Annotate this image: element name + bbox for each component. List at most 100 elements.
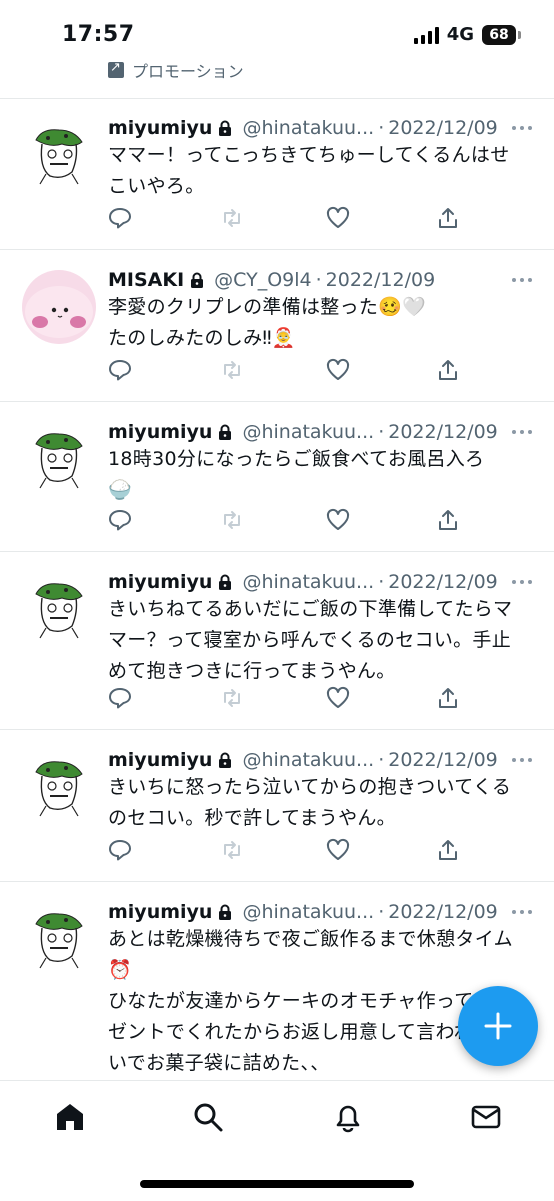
tweet-item[interactable]: miyumiyu @hinatakuu... · 2022/12/09 きいちに怒った…: [0, 732, 554, 882]
share-button[interactable]: [436, 206, 460, 230]
tweet-text-line: あとは乾燥機待ちで夜ご飯作るまで休憩タイム: [108, 928, 513, 950]
tab-messages[interactable]: [470, 1101, 502, 1133]
avatar-drawing-icon: [23, 423, 95, 495]
tweet-text-line: 18時30分になったらご飯食べてお風呂入ろ: [108, 448, 485, 470]
tweet-date[interactable]: 2022/12/09: [388, 117, 498, 139]
display-name[interactable]: miyumiyu: [108, 117, 212, 139]
share-icon: [439, 688, 457, 708]
tweet-text: 18時30分になったらご飯食べてお風呂入ろ 🍚: [108, 444, 534, 506]
user-handle[interactable]: @hinatakuu...: [242, 901, 374, 923]
avatar-drawing-icon: [23, 751, 95, 823]
tweet-text-line: こいやろ。: [108, 175, 205, 197]
reply-button[interactable]: [108, 508, 132, 532]
user-handle[interactable]: @hinatakuu...: [242, 421, 374, 443]
user-handle[interactable]: @hinatakuu...: [242, 571, 374, 593]
tweet-header: miyumiyu @hinatakuu... · 2022/12/09: [108, 898, 534, 926]
lock-icon: [219, 904, 232, 920]
display-name[interactable]: miyumiyu: [108, 749, 212, 771]
reply-icon: [109, 840, 131, 861]
tweet-date[interactable]: 2022/12/09: [388, 421, 498, 443]
reply-button[interactable]: [108, 358, 132, 382]
retweet-icon: [224, 841, 240, 859]
retweet-icon: [224, 689, 240, 707]
retweet-button[interactable]: [220, 838, 244, 862]
lock-icon: [219, 574, 232, 590]
more-options-icon[interactable]: [512, 278, 532, 282]
tweet-item[interactable]: miyumiyu @hinatakuu... · 2022/12/09 18時30分に…: [0, 404, 554, 552]
compose-button[interactable]: [458, 986, 538, 1066]
share-button[interactable]: [436, 686, 460, 710]
more-options-icon[interactable]: [512, 580, 532, 584]
tweet-item[interactable]: miyumiyu @hinatakuu... · 2022/12/09 きいちねてるあ…: [0, 554, 554, 730]
user-handle[interactable]: @hinatakuu...: [242, 117, 374, 139]
share-button[interactable]: [436, 508, 460, 532]
tweet-actions: [108, 508, 468, 532]
display-name[interactable]: MISAKI: [108, 269, 184, 291]
share-button[interactable]: [436, 358, 460, 382]
avatar-drawing-icon: [23, 119, 95, 191]
retweet-button[interactable]: [220, 686, 244, 710]
bell-icon: [336, 1105, 360, 1133]
retweet-button[interactable]: [220, 508, 244, 532]
tweet-text-line: ママー！ってこっちきてちゅーしてくるんはせ: [108, 144, 510, 166]
share-button[interactable]: [436, 838, 460, 862]
display-name[interactable]: miyumiyu: [108, 901, 212, 923]
like-button[interactable]: [326, 206, 350, 230]
reply-button[interactable]: [108, 838, 132, 862]
tweet-header: miyumiyu @hinatakuu... · 2022/12/09: [108, 114, 534, 142]
tweet-date[interactable]: 2022/12/09: [388, 571, 498, 593]
tweet-header: miyumiyu @hinatakuu... · 2022/12/09: [108, 746, 534, 774]
tweet-actions: [108, 206, 468, 230]
more-options-icon[interactable]: [512, 430, 532, 434]
avatar[interactable]: [22, 902, 96, 976]
tweet-date[interactable]: 2022/12/09: [388, 749, 498, 771]
like-icon: [326, 206, 350, 228]
lock-icon: [191, 272, 204, 288]
retweet-button[interactable]: [220, 358, 244, 382]
separator-dot: ·: [378, 901, 385, 923]
tweet-date[interactable]: 2022/12/09: [326, 269, 436, 291]
tweet-header: MISAKI @CY_O9l4 · 2022/12/09: [108, 266, 534, 294]
tweet-item[interactable]: MISAKI @CY_O9l4 · 2022/12/09 李愛のクリプレの準備は整った…: [0, 252, 554, 402]
home-indicator: [140, 1180, 414, 1188]
avatar[interactable]: [22, 572, 96, 646]
like-button[interactable]: [326, 838, 350, 862]
like-button[interactable]: [326, 508, 350, 532]
tweet-text-line: 李愛のクリプレの準備は整った🥴🤍: [108, 296, 427, 318]
tweet-date[interactable]: 2022/12/09: [388, 901, 498, 923]
like-icon: [326, 686, 350, 708]
tab-search[interactable]: [192, 1101, 224, 1133]
tweet-text-line: ⏰: [108, 959, 132, 981]
more-options-icon[interactable]: [512, 758, 532, 762]
reply-button[interactable]: [108, 686, 132, 710]
more-options-icon[interactable]: [512, 126, 532, 130]
tweet-text: ママー！ってこっちきてちゅーしてくるんはせ こいやろ。: [108, 140, 534, 202]
like-button[interactable]: [326, 686, 350, 710]
separator-dot: ·: [378, 571, 385, 593]
display-name[interactable]: miyumiyu: [108, 421, 212, 443]
reply-icon: [109, 510, 131, 531]
mail-icon: [471, 1105, 501, 1129]
divider: [0, 249, 554, 250]
retweet-button[interactable]: [220, 206, 244, 230]
more-options-icon[interactable]: [512, 910, 532, 914]
avatar[interactable]: [22, 118, 96, 192]
avatar[interactable]: [22, 422, 96, 496]
tweet-item[interactable]: miyumiyu @hinatakuu... · 2022/12/09 ママー！ってこ…: [0, 100, 554, 250]
divider: [0, 881, 554, 882]
compose-plus-icon: [484, 1012, 512, 1040]
display-name[interactable]: miyumiyu: [108, 571, 212, 593]
reply-button[interactable]: [108, 206, 132, 230]
tab-notifications[interactable]: [332, 1101, 364, 1133]
tab-home[interactable]: [54, 1101, 86, 1133]
share-icon: [439, 360, 457, 380]
user-handle[interactable]: @hinatakuu...: [242, 749, 374, 771]
tweet-text-line: たのしみたのしみ‼︎🤶: [108, 327, 296, 349]
like-button[interactable]: [326, 358, 350, 382]
avatar[interactable]: [22, 270, 96, 344]
tweet-text-line: きいちに怒ったら泣いてからの抱きついてくる: [108, 776, 512, 798]
lock-icon: [219, 752, 232, 768]
user-handle[interactable]: @CY_O9l4: [214, 269, 311, 291]
tweet-actions: [108, 358, 468, 382]
avatar[interactable]: [22, 750, 96, 824]
